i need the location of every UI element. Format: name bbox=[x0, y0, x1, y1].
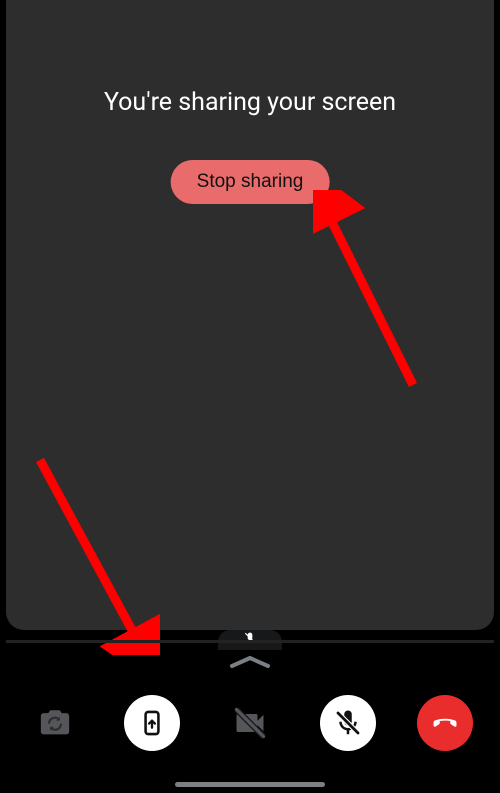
mic-toggle-button[interactable] bbox=[320, 695, 376, 751]
switch-camera-icon bbox=[38, 706, 72, 740]
chevron-up-icon[interactable] bbox=[228, 654, 272, 670]
phone-hangup-icon bbox=[428, 706, 462, 740]
video-off-icon bbox=[232, 705, 268, 741]
switch-camera-button[interactable] bbox=[27, 695, 83, 751]
video-toggle-button[interactable] bbox=[222, 695, 278, 751]
end-call-button[interactable] bbox=[417, 695, 473, 751]
home-indicator[interactable] bbox=[175, 782, 325, 787]
share-screen-icon bbox=[138, 709, 166, 737]
share-panel: You're sharing your screen Stop sharing bbox=[6, 0, 494, 630]
share-screen-button[interactable] bbox=[124, 695, 180, 751]
share-title: You're sharing your screen bbox=[6, 88, 494, 117]
mic-off-icon bbox=[333, 708, 363, 738]
stop-sharing-button[interactable]: Stop sharing bbox=[171, 160, 330, 204]
divider bbox=[6, 640, 494, 643]
call-toolbar bbox=[0, 683, 500, 763]
